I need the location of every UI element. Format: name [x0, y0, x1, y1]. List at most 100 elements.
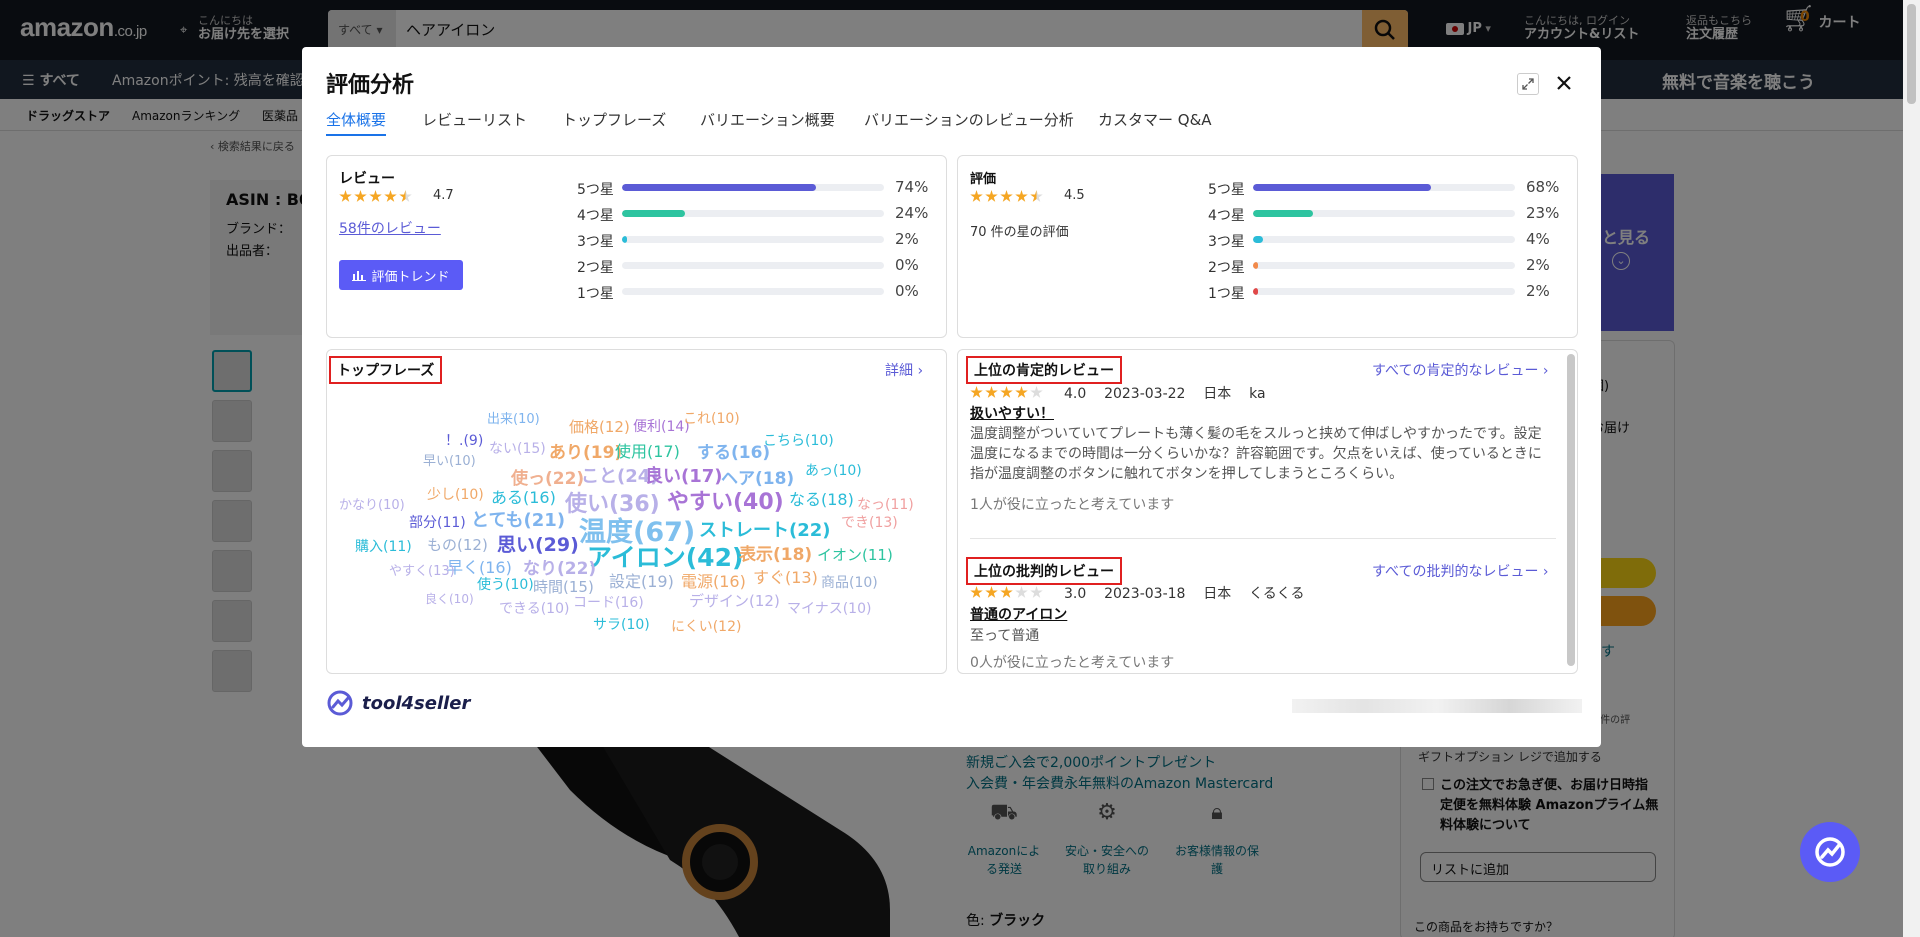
expand-button[interactable]	[1517, 73, 1539, 95]
rating-trend-button[interactable]: 評価トレンド	[339, 260, 463, 290]
positive-review-title[interactable]: 扱いやすい！	[970, 403, 1054, 423]
rating-bar-label: 3つ星	[1208, 234, 1245, 250]
critical-review-heading: 上位の批判的レビュー	[966, 557, 1122, 585]
tab-variation-overview[interactable]: バリエーション概要	[700, 109, 835, 130]
phrase-word[interactable]: 電源(16)	[681, 568, 746, 592]
phrase-word[interactable]: にくい(12)	[671, 616, 741, 636]
phrase-word[interactable]: なっ(11)	[857, 494, 914, 514]
star-icon	[1015, 386, 1028, 398]
phrase-word[interactable]: 使用(17)	[615, 438, 680, 462]
rating-bar-row[interactable]: 2つ星 0%	[577, 256, 927, 276]
page-scrollbar[interactable]	[1903, 0, 1920, 937]
phrase-word[interactable]: マイナス(10)	[787, 598, 871, 618]
star-icon	[354, 190, 367, 202]
phrase-word[interactable]: 少し(10)	[427, 484, 484, 504]
rating-bar-row[interactable]: 4つ星 24%	[577, 204, 929, 224]
bar-chart-icon	[352, 271, 367, 281]
phrase-word[interactable]: 設定(19)	[609, 568, 674, 592]
rating-analysis-modal: 評価分析 全体概要 レビューリスト トップフレーズ バリエーション概要 バリエー…	[302, 47, 1601, 747]
brand-name: tool4seller	[362, 692, 471, 714]
modal-title: 評価分析	[326, 73, 415, 98]
expand-icon	[1522, 78, 1534, 90]
star-icon	[1030, 386, 1043, 398]
close-button[interactable]	[1550, 69, 1578, 97]
phrase-word[interactable]: 商品(10)	[821, 572, 878, 592]
phrase-word[interactable]: かなり(10)	[339, 494, 405, 513]
phrase-word[interactable]: やすく(13)	[389, 560, 455, 579]
critical-review-helpful: 0人が役に立ったと考えています	[970, 655, 1175, 671]
rating-bar-track	[1253, 236, 1515, 243]
phrase-word[interactable]: でき(13)	[841, 512, 898, 532]
phrase-word[interactable]: デザイン(12)	[689, 590, 780, 611]
phrase-word[interactable]: なる(18)	[789, 486, 854, 510]
rating-bar-fill	[622, 184, 816, 191]
phrase-word[interactable]: コード(16)	[573, 592, 644, 612]
page-scrollbar-thumb[interactable]	[1907, 4, 1916, 104]
phrase-word[interactable]: できる(10)	[499, 598, 569, 618]
positive-review-author: ka	[1249, 386, 1266, 402]
phrase-word[interactable]: する(16)	[697, 438, 770, 463]
phrase-word[interactable]: 価格(12)	[569, 416, 630, 437]
star-icon	[1000, 386, 1013, 398]
phrase-word[interactable]: あり(19)	[549, 438, 622, 463]
rating-bar-label: 1つ星	[1208, 286, 1245, 302]
reviews-scrollbar[interactable]	[1567, 354, 1575, 666]
rating-bar-row[interactable]: 1つ星 2%	[1208, 282, 1558, 302]
rating-bar-track	[1253, 262, 1515, 269]
critical-review-title[interactable]: 普通のアイロン	[970, 604, 1067, 624]
positive-review-helpful: 1人が役に立ったと考えています	[970, 497, 1175, 513]
phrase-word[interactable]: 使う(10)	[477, 574, 534, 594]
phrase-word[interactable]: これ(10)	[683, 408, 740, 428]
phrase-word[interactable]: 良く(10)	[425, 590, 474, 607]
rating-bar-row[interactable]: 5つ星 74%	[577, 178, 929, 198]
phrase-word[interactable]: すぐ(13)	[753, 564, 818, 588]
all-positive-reviews-link[interactable]: すべての肯定的なレビュー ›	[1372, 360, 1549, 380]
rating-bar-row[interactable]: 4つ星 23%	[1208, 204, 1559, 224]
rating-bar-percent: 74%	[895, 178, 929, 196]
rating-bar-row[interactable]: 5つ星 68%	[1208, 178, 1559, 198]
review-count-link[interactable]: 58件のレビュー	[339, 218, 441, 238]
phrase-word[interactable]: とても(21)	[471, 506, 565, 532]
phrase-word[interactable]: もの(12)	[427, 534, 488, 555]
phrase-word[interactable]: あっ(10)	[805, 460, 862, 480]
phrase-word[interactable]: 表示(18)	[739, 540, 812, 565]
phrase-word[interactable]: ！.(9)	[445, 430, 483, 450]
phrase-word[interactable]: こちら(10)	[763, 430, 834, 450]
phrase-word[interactable]: ある(16)	[491, 484, 556, 508]
rating-count-text: 70 件の星の評価	[970, 225, 1069, 240]
phrase-word[interactable]: 思い(29)	[497, 530, 579, 557]
rating-bar-track	[622, 184, 884, 191]
phrase-word[interactable]: 出来(10)	[487, 408, 540, 427]
critical-review-country: 日本	[1203, 586, 1232, 602]
tab-overview[interactable]: 全体概要	[326, 109, 387, 136]
phrase-word[interactable]: ない(15)	[489, 438, 546, 458]
tool4seller-float-button[interactable]	[1800, 822, 1860, 882]
critical-review-body: 至って普通	[970, 628, 1040, 644]
phrase-word[interactable]: サラ(10)	[593, 614, 650, 634]
rating-bar-row[interactable]: 3つ星 4%	[1208, 230, 1558, 250]
rating-bar-track	[622, 210, 884, 217]
tab-top-phrases[interactable]: トップフレーズ	[562, 109, 666, 130]
tab-review-list[interactable]: レビューリスト	[422, 109, 527, 130]
star-icon	[1015, 190, 1028, 202]
chevron-right-icon: ›	[1542, 564, 1549, 580]
rating-bar-fill	[1253, 210, 1314, 217]
phrase-word[interactable]: 購入(11)	[355, 536, 412, 556]
phrase-word[interactable]: 部分(11)	[409, 512, 466, 532]
rating-summary-card: 評価 4.5 70 件の星の評価 5つ星 68% 4つ星 23% 3つ星 4% 2つ星 2% 1…	[957, 155, 1578, 338]
phrase-word[interactable]: 早い(10)	[423, 450, 476, 469]
rating-bar-label: 5つ星	[1208, 182, 1245, 198]
rating-bar-percent: 24%	[895, 204, 929, 222]
rating-bar-row[interactable]: 1つ星 0%	[577, 282, 927, 302]
tool4seller-brand[interactable]: tool4seller	[326, 689, 470, 717]
phrase-word[interactable]: イオン(11)	[817, 544, 893, 565]
rating-bar-row[interactable]: 3つ星 2%	[577, 230, 927, 250]
all-critical-reviews-link[interactable]: すべての批判的なレビュー ›	[1372, 561, 1549, 581]
star-icon	[339, 190, 352, 202]
phrase-word[interactable]: 便利(14)	[633, 416, 690, 436]
positive-review-country: 日本	[1203, 386, 1232, 402]
rating-bar-row[interactable]: 2つ星 2%	[1208, 256, 1558, 276]
all-positive-reviews-label: すべての肯定的なレビュー	[1372, 363, 1539, 379]
tab-variation-review-analysis[interactable]: バリエーションのレビュー分析	[864, 109, 1074, 130]
tab-customer-qa[interactable]: カスタマー Q&A	[1098, 109, 1212, 130]
